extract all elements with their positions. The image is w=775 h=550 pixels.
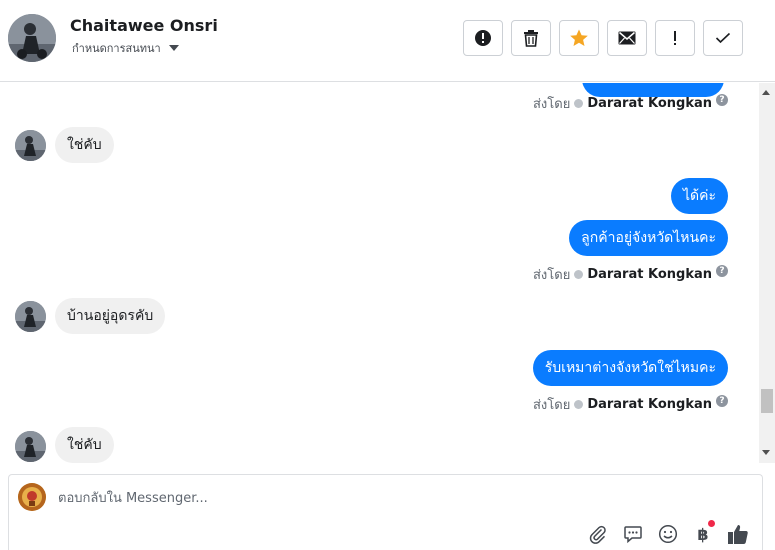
sent-by-author: Dararat Kongkan — [587, 96, 712, 111]
delete-button[interactable] — [511, 20, 551, 56]
message-bubble-in[interactable]: บ้านอยู่อุดรคับ — [55, 298, 166, 334]
conversation-toolbar — [463, 20, 743, 56]
baht-icon: ฿ — [697, 524, 709, 544]
reply-input[interactable] — [58, 487, 658, 509]
contact-avatar-small[interactable] — [15, 130, 46, 161]
attach-button[interactable] — [587, 523, 609, 545]
trash-icon — [524, 30, 538, 47]
message-bubble-in[interactable]: ใช่คับ — [55, 427, 114, 463]
contact-avatar-small[interactable] — [15, 431, 46, 462]
seen-check-icon — [574, 270, 584, 279]
conversation-header: Chaitawee Onsri กำหนดการสนทนา — [0, 0, 775, 82]
sent-by-author: Dararat Kongkan — [587, 397, 712, 412]
seen-check-icon — [574, 400, 584, 409]
mark-done-button[interactable] — [703, 20, 743, 56]
composer-tools: ฿ — [587, 520, 749, 545]
mark-unread-button[interactable] — [607, 20, 647, 56]
follow-up-button[interactable] — [655, 20, 695, 56]
scroll-down-arrow-icon[interactable] — [762, 450, 770, 455]
star-button[interactable] — [559, 20, 599, 56]
message-bubble-out[interactable]: รับเหมาต่างจังหวัดใช่ไหมคะ — [532, 350, 728, 386]
envelope-icon — [618, 31, 636, 45]
message-bubble-out[interactable]: ลูกค้าอยู่จังหวัดไหนคะ — [569, 220, 728, 256]
payment-button[interactable]: ฿ — [692, 520, 715, 545]
scrollbar-thumb[interactable] — [761, 389, 773, 413]
message-thread[interactable]: ส่งโดย Dararat Kongkan ? ใช่คับ ได้ค่ะ ล… — [0, 83, 759, 463]
exclamation-icon — [674, 31, 676, 45]
sent-by-label: ส่งโดย Dararat Kongkan — [533, 394, 712, 415]
sent-by-prefix: ส่งโดย — [532, 398, 571, 413]
notification-dot — [708, 520, 715, 527]
thumbs-up-icon — [728, 525, 748, 544]
sent-by-label: ส่งโดย Dararat Kongkan — [533, 93, 712, 114]
paperclip-icon — [589, 525, 606, 544]
reply-composer: ฿ — [8, 474, 763, 550]
sent-by-prefix: ส่งโดย — [532, 97, 571, 112]
alert-circle-icon — [475, 30, 491, 46]
sent-by-label: ส่งโดย Dararat Kongkan — [533, 264, 712, 285]
message-bubble-out[interactable]: ได้ค่ะ — [670, 178, 728, 214]
sent-by-prefix: ส่งโดย — [532, 268, 571, 283]
help-icon[interactable]: ? — [716, 395, 728, 407]
saved-replies-button[interactable] — [622, 523, 644, 545]
message-bubble-in[interactable]: ใช่คับ — [55, 127, 114, 163]
emoji-button[interactable] — [657, 523, 679, 545]
contact-avatar-small[interactable] — [15, 301, 46, 332]
page-avatar — [18, 483, 46, 511]
scroll-up-arrow-icon[interactable] — [762, 90, 770, 95]
mark-spam-button[interactable] — [463, 20, 503, 56]
caret-down-icon — [168, 45, 179, 51]
check-icon — [715, 32, 731, 44]
seen-check-icon — [574, 99, 584, 108]
conversation-label-dropdown[interactable]: กำหนดการสนทนา — [72, 39, 179, 57]
help-icon[interactable]: ? — [716, 94, 728, 106]
like-button[interactable] — [727, 523, 749, 545]
contact-name: Chaitawee Onsri — [70, 16, 218, 35]
contact-avatar[interactable] — [8, 14, 56, 62]
smiley-icon — [658, 524, 678, 544]
help-icon[interactable]: ? — [716, 265, 728, 277]
sent-by-author: Dararat Kongkan — [587, 267, 712, 282]
chat-bubble-icon — [624, 526, 642, 544]
conversation-label-text: กำหนดการสนทนา — [72, 42, 161, 55]
star-icon — [570, 29, 588, 46]
